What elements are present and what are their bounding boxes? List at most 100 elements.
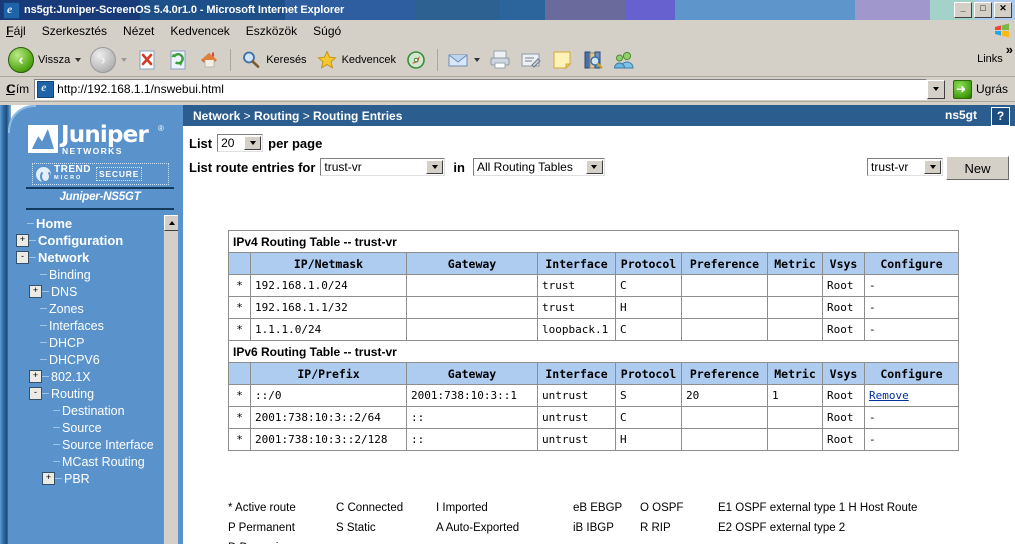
new-vr-arrow[interactable]	[924, 160, 941, 174]
sidebar-item-label: Network	[38, 250, 89, 265]
mail-dropdown-icon[interactable]	[474, 58, 480, 62]
sidebar-item-pbr[interactable]: +PBR	[16, 470, 178, 487]
vr-value: trust-vr	[321, 159, 364, 175]
sidebar-item-source-interface[interactable]: Source Interface	[16, 436, 178, 453]
maximize-button[interactable]: □	[974, 2, 992, 18]
menu-item-favorites[interactable]: Kedvencek	[170, 24, 229, 38]
cell-gateway	[407, 275, 538, 297]
sidebar-item-802-1x[interactable]: +802.1X	[16, 368, 178, 385]
sidebar-scrollbar[interactable]	[163, 215, 178, 544]
cell-ip: 192.168.1.0/24	[251, 275, 407, 297]
sidebar-item-interfaces[interactable]: Interfaces	[16, 317, 178, 334]
vr-arrow[interactable]	[426, 160, 443, 174]
home-button[interactable]	[194, 46, 224, 74]
menu-item-edit[interactable]: Szerkesztés	[42, 24, 107, 38]
breadcrumb-routing[interactable]: Routing	[254, 109, 299, 123]
cell-metric	[768, 275, 823, 297]
tree-toggle-collapse-icon[interactable]: -	[16, 251, 29, 264]
mail-button[interactable]	[443, 46, 484, 74]
sidebar-item-dhcp[interactable]: DHCP	[16, 334, 178, 351]
sidebar-item-mcast-routing[interactable]: MCast Routing	[16, 453, 178, 470]
per-page-suffix: per page	[268, 136, 322, 151]
notes-button[interactable]	[547, 46, 577, 74]
sidebar-item-source[interactable]: Source	[16, 419, 178, 436]
menu-item-file[interactable]: FFájl	[6, 24, 26, 38]
column-header-interface: Interface	[538, 363, 616, 385]
refresh-button[interactable]	[163, 46, 193, 74]
minimize-button[interactable]: _	[954, 2, 972, 18]
sidebar-item-binding[interactable]: Binding	[16, 266, 178, 283]
forward-button[interactable]: ›	[86, 46, 131, 74]
cell-preference	[682, 407, 768, 429]
column-header-metric: Metric	[768, 253, 823, 275]
page-icon	[37, 81, 54, 98]
per-page-select[interactable]: 20	[217, 134, 263, 152]
go-button[interactable]: Ugrás	[949, 79, 1012, 99]
breadcrumb-routing-entries: Routing Entries	[313, 109, 402, 123]
legend-entry: C Connected	[336, 502, 436, 514]
address-input[interactable]: http://192.168.1.1/nswebui.html	[34, 79, 927, 100]
tree-toggle-expand-icon[interactable]: +	[29, 285, 42, 298]
menu-item-view[interactable]: Nézet	[123, 24, 154, 38]
cell-vsys: Root	[823, 385, 865, 407]
sidebar-item-home[interactable]: Home	[16, 215, 178, 232]
routing-table-select[interactable]: All Routing Tables	[473, 158, 605, 176]
cell-protocol: H	[616, 297, 682, 319]
favorites-button[interactable]: Kedvencek	[312, 46, 400, 74]
cell-interface: trust	[538, 275, 616, 297]
sidebar-item-dns[interactable]: +DNS	[16, 283, 178, 300]
address-dropdown-button[interactable]	[927, 80, 945, 99]
vr-select[interactable]: trust-vr	[320, 158, 445, 176]
cell-metric	[768, 297, 823, 319]
address-label: CCím	[6, 82, 29, 96]
tree-toggle-collapse-icon[interactable]: -	[29, 387, 42, 400]
legend-entry: R RIP	[640, 522, 718, 534]
research-button[interactable]	[578, 46, 608, 74]
media-button[interactable]	[401, 46, 431, 74]
help-button[interactable]: ?	[991, 107, 1010, 126]
routing-table-ipv6: IPv6 Routing Table -- trust-vrIP/PrefixG…	[228, 340, 959, 451]
remove-link[interactable]: Remove	[869, 389, 909, 402]
sidebar-item-configuration[interactable]: +Configuration	[16, 232, 178, 249]
cell-gateway: ::	[407, 407, 538, 429]
sidebar-item-routing[interactable]: -Routing	[16, 385, 178, 402]
breadcrumb-network[interactable]: Network	[193, 109, 240, 123]
tree-toggle-expand-icon[interactable]: +	[42, 472, 55, 485]
messenger-button[interactable]	[609, 46, 639, 74]
route-active-flag: *	[229, 275, 251, 297]
tree-toggle-expand-icon[interactable]: +	[16, 234, 29, 247]
menu-item-help[interactable]: Súgó	[313, 24, 341, 38]
sidebar-item-network[interactable]: -Network	[16, 249, 178, 266]
cell-preference	[682, 429, 768, 451]
tree-connector	[53, 444, 60, 445]
links-label[interactable]: Links	[977, 53, 1003, 65]
links-area[interactable]: Links »	[977, 45, 1013, 65]
stop-button[interactable]	[132, 46, 162, 74]
trend-micro-icon	[36, 167, 51, 182]
close-button[interactable]: ✕	[994, 2, 1012, 18]
routing-table-arrow[interactable]	[586, 160, 603, 174]
sidebar-item-zones[interactable]: Zones	[16, 300, 178, 317]
cell-interface: untrust	[538, 429, 616, 451]
new-button[interactable]: New	[946, 156, 1009, 180]
per-page-arrow[interactable]	[244, 136, 261, 150]
print-button[interactable]	[485, 46, 515, 74]
sidebar-item-destination[interactable]: Destination	[16, 402, 178, 419]
tree-toggle-expand-icon[interactable]: +	[29, 370, 42, 383]
back-button[interactable]: ‹ Vissza	[4, 46, 85, 74]
forward-icon: ›	[90, 47, 116, 73]
menu-item-tools[interactable]: Eszközök	[246, 24, 297, 38]
route-flag-legend: * Active routeC ConnectedI ImportedeB EB…	[228, 498, 968, 544]
cell-gateway	[407, 319, 538, 341]
new-vr-select[interactable]: trust-vr	[867, 158, 943, 176]
back-dropdown-icon[interactable]	[75, 58, 81, 62]
chevron-right-icon[interactable]: »	[1006, 45, 1013, 55]
windows-flag-icon	[993, 22, 1011, 40]
search-button[interactable]: Keresés	[236, 46, 310, 74]
forward-dropdown-icon[interactable]	[121, 58, 127, 62]
edit-button[interactable]	[516, 46, 546, 74]
cell-configure[interactable]: Remove	[865, 385, 959, 407]
sidebar-item-dhcpv6[interactable]: DHCPV6	[16, 351, 178, 368]
scroll-up-button[interactable]	[164, 215, 178, 231]
route-active-flag: *	[229, 429, 251, 451]
